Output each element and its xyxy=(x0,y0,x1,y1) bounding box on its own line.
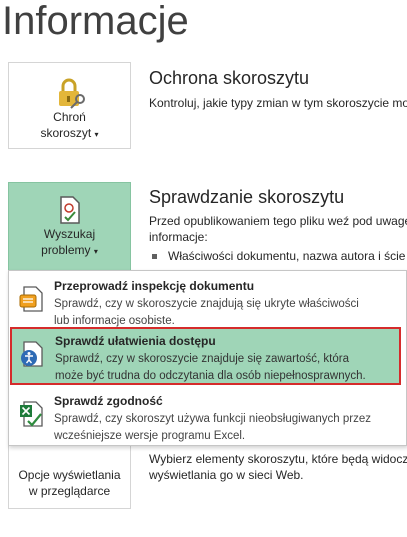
menu-item-desc: Sprawdź, czy w skoroszycie znajdują się … xyxy=(54,298,359,327)
check-issues-button[interactable]: Wyszukaj problemy ▾ xyxy=(8,182,131,271)
check-label-1: Wyszukaj xyxy=(43,227,96,241)
menu-item-inspect-document[interactable]: Przeprowadź inspekcję dokumentu Sprawdź,… xyxy=(9,272,406,330)
protect-label-2: skoroszyt ▾ xyxy=(40,126,99,140)
browser-desc-2: wyświetlania go w sieci Web. xyxy=(149,468,304,482)
protect-desc: Kontroluj, jakie typy zmian w tym skoros… xyxy=(149,96,407,110)
check-desc-1: Przed opublikowaniem tego pliku weź pod … xyxy=(149,214,407,228)
menu-item-title: Sprawdź zgodność xyxy=(54,394,163,408)
browser-label-1: Opcje wyświetlania xyxy=(18,468,121,482)
protect-title: Ochrona skoroszytu xyxy=(149,68,310,88)
check-issues-menu: Przeprowadź inspekcję dokumentu Sprawdź,… xyxy=(8,270,407,446)
document-check-icon xyxy=(60,196,80,224)
check-bullet: Właściwości dokumentu, nazwa autora i śc… xyxy=(152,249,405,263)
menu-item-desc: Sprawdź, czy w skoroszycie znajduje się … xyxy=(55,353,366,382)
inspect-document-icon xyxy=(19,286,43,312)
browser-desc-1: Wybierz elementy skoroszytu, które będą … xyxy=(149,452,407,466)
page-title: Informacje xyxy=(2,0,189,43)
menu-item-check-accessibility[interactable]: Sprawdź ułatwienia dostępu Sprawdź, czy … xyxy=(10,327,401,385)
compatibility-icon xyxy=(20,401,43,427)
check-desc-2: informacje: xyxy=(149,230,208,244)
protect-label-1: Chroń xyxy=(53,110,86,124)
check-label-2: problemy ▾ xyxy=(41,243,98,257)
lock-key-icon xyxy=(59,78,85,109)
protect-workbook-button[interactable]: Chroń skoroszyt ▾ xyxy=(8,62,131,149)
check-title: Sprawdzanie skoroszytu xyxy=(149,187,345,207)
menu-item-check-compatibility[interactable]: Sprawdź zgodność Sprawdź, czy skoroszyt … xyxy=(9,387,406,445)
dropdown-arrow-icon: ▾ xyxy=(93,247,98,256)
menu-item-title: Przeprowadź inspekcję dokumentu xyxy=(54,279,255,293)
accessibility-icon xyxy=(21,341,43,367)
menu-item-title: Sprawdź ułatwienia dostępu xyxy=(55,334,216,348)
browser-label-2: w przeglądarce xyxy=(28,484,111,498)
dropdown-arrow-icon: ▾ xyxy=(94,130,99,139)
menu-item-desc: Sprawdź, czy skoroszyt używa funkcji nie… xyxy=(54,413,372,442)
